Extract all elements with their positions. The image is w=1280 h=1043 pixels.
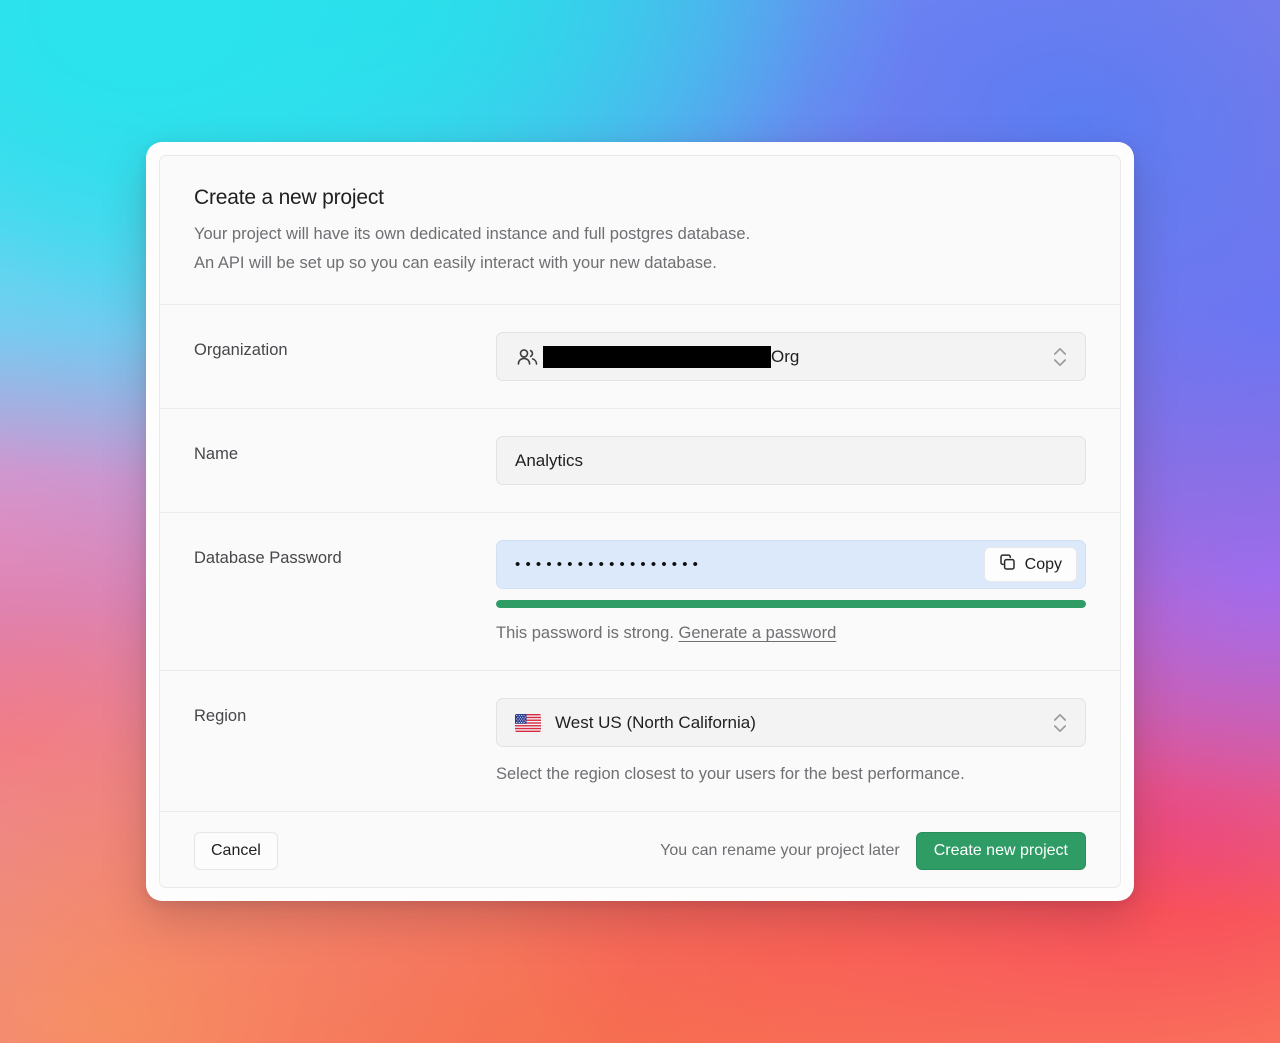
dialog-description-line-1: Your project will have its own dedicated…	[194, 225, 751, 243]
organization-value-suffix: Org	[771, 346, 800, 366]
database-password-row: Database Password •••••••••••••••••• Cop…	[160, 513, 1120, 672]
password-strength-text: This password is strong. Generate a pass…	[496, 624, 1086, 643]
project-name-value: Analytics	[515, 450, 584, 470]
copy-icon	[999, 553, 1016, 576]
database-password-label: Database Password	[194, 549, 342, 568]
users-icon	[515, 347, 541, 367]
redaction-bar	[543, 345, 771, 368]
generate-password-link[interactable]: Generate a password	[679, 624, 837, 642]
project-name-input[interactable]: Analytics	[496, 436, 1086, 486]
us-flag-icon	[515, 713, 541, 732]
dialog-description-line-2: An API will be set up so you can easily …	[194, 254, 717, 273]
organization-label: Organization	[194, 341, 288, 360]
region-select[interactable]: West US (North California)	[496, 698, 1086, 748]
name-row: Name Analytics	[160, 409, 1120, 514]
copy-password-label: Copy	[1024, 555, 1062, 573]
password-masked-value: ••••••••••••••••••	[515, 557, 704, 573]
organization-select[interactable]: Org	[496, 332, 1086, 382]
region-helper-text: Select the region closest to your users …	[496, 765, 965, 784]
page-title: Create a new project	[194, 186, 384, 209]
database-password-input[interactable]: •••••••••••••••••• Copy	[496, 540, 1086, 590]
region-label: Region	[194, 707, 247, 726]
organization-row: Organization Org	[160, 305, 1120, 410]
chevron-up-down-icon[interactable]	[1053, 713, 1067, 733]
footer-note: You can rename your project later	[660, 842, 900, 860]
dialog-card: Create a new project Your project will h…	[159, 155, 1121, 888]
create-new-project-button[interactable]: Create new project	[915, 832, 1086, 871]
password-strength-message: This password is strong.	[496, 624, 674, 643]
chevron-up-down-icon[interactable]	[1053, 347, 1067, 367]
dialog-footer: Cancel You can rename your project later…	[160, 812, 1120, 887]
dialog-header: Create a new project Your project will h…	[160, 156, 1120, 306]
password-strength-bar	[496, 600, 1086, 609]
password-strength-fill	[496, 600, 1086, 609]
dialog-description: Your project will have its own dedicated…	[194, 220, 1086, 278]
create-project-dialog: Create a new project Your project will h…	[146, 142, 1134, 901]
name-label: Name	[194, 445, 239, 464]
organization-value: Org	[543, 345, 800, 368]
region-row: Region West US (North California) Select…	[160, 671, 1120, 813]
cancel-button[interactable]: Cancel	[194, 832, 278, 871]
copy-password-button[interactable]: Copy	[983, 547, 1077, 583]
region-value: West US (North California)	[555, 712, 756, 732]
